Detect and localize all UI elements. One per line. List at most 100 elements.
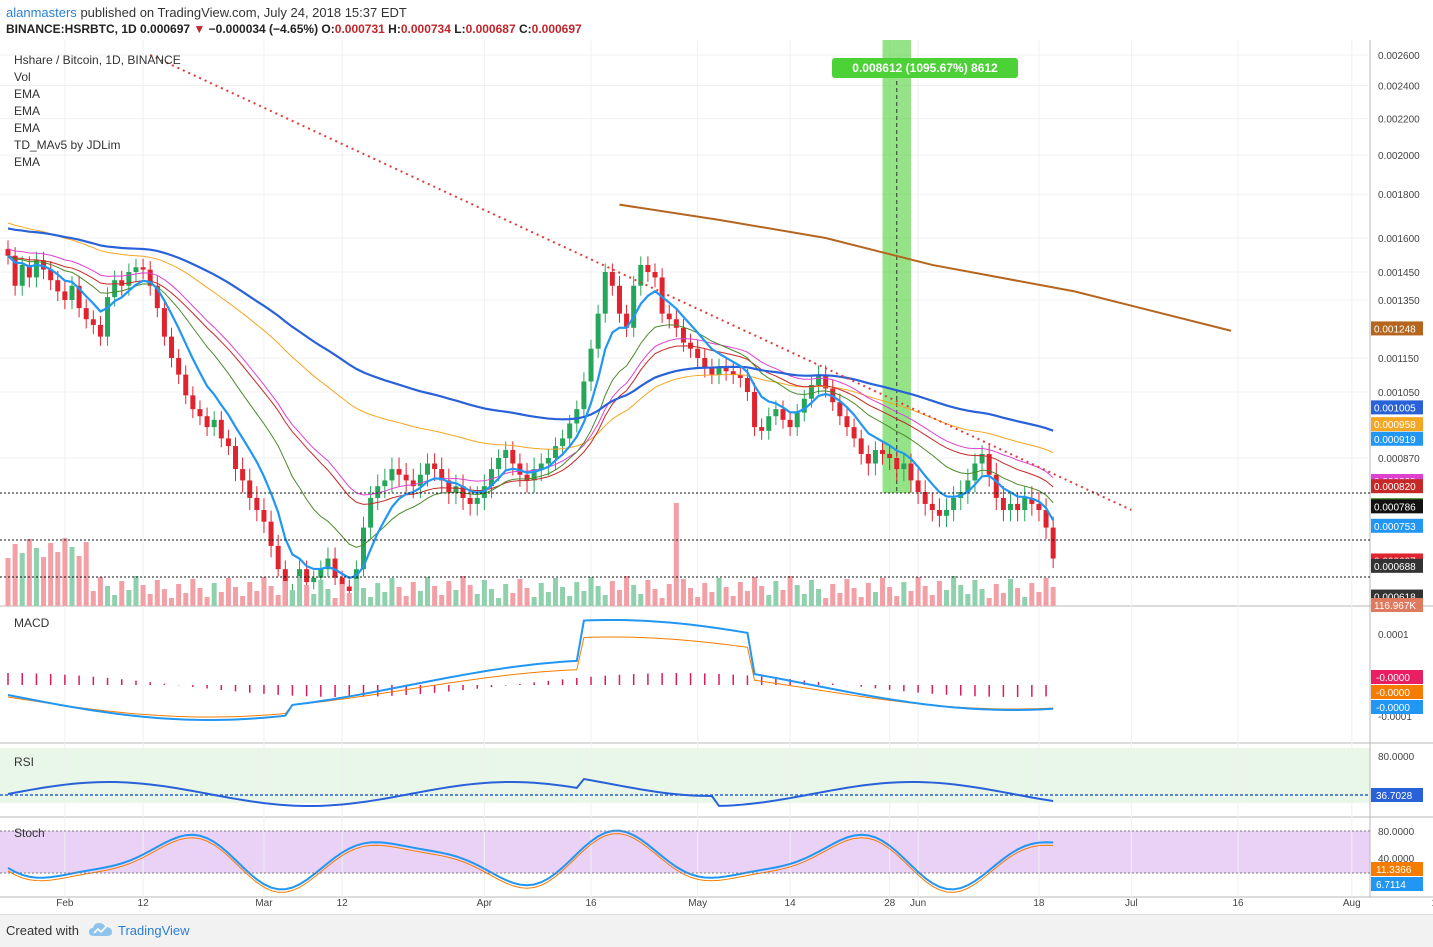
volume-bar <box>936 581 942 606</box>
price-badge-label: 0.001248 <box>1374 324 1416 335</box>
volume-bar <box>801 594 807 606</box>
close-label: C: <box>518 22 532 36</box>
chart-area[interactable]: 0.002600 0.002400 0.002200 0.002000 0.001800… <box>0 40 1433 914</box>
legend-title: Hshare / Bitcoin, 1D, BINANCE <box>14 53 181 67</box>
volume-bar <box>396 587 402 606</box>
close-value: 0.000697 <box>531 22 582 36</box>
open-value: 0.000731 <box>334 22 385 36</box>
volume-bar <box>41 557 47 606</box>
candle-body <box>432 463 438 470</box>
chart-header: alanmasters published on TradingView.com… <box>0 0 1433 40</box>
candle-body <box>723 367 729 372</box>
volume-bar <box>922 586 928 606</box>
volume-bar <box>424 577 430 606</box>
price-tick-label: 0.001350 <box>1378 296 1420 307</box>
volume-bar <box>915 577 921 606</box>
volume-bar <box>48 543 54 606</box>
volume-bar <box>616 590 622 606</box>
candle-body <box>417 474 423 487</box>
volume-bar <box>624 576 630 606</box>
open-label: O: <box>321 22 335 36</box>
price-badge-label: 0.000786 <box>1374 502 1416 513</box>
x-tick-label: 12 <box>138 898 150 909</box>
volume-bar <box>993 584 999 606</box>
volume-bar <box>958 585 964 606</box>
volume-bar <box>503 584 509 606</box>
volume-bar <box>417 591 423 606</box>
volume-bar <box>773 581 779 606</box>
candle-body <box>595 313 601 349</box>
volume-bar <box>673 503 679 606</box>
candle-body <box>872 450 878 464</box>
measure-label: 0.008612 (1095.67%) 8612 <box>852 61 998 75</box>
candle-body <box>496 458 502 470</box>
x-tick-label: Mar <box>255 898 273 909</box>
volume-bar <box>560 587 566 606</box>
x-tick-label: May <box>688 898 707 909</box>
candle-body <box>894 458 900 470</box>
candle-body <box>62 291 68 300</box>
volume-bar <box>1022 597 1028 606</box>
volume-bar <box>730 596 736 606</box>
volume-bar <box>1008 579 1014 606</box>
volume-bar <box>979 589 985 606</box>
volume-bar <box>346 593 352 606</box>
candle-body <box>652 272 658 278</box>
candle-body <box>609 272 615 286</box>
volume-bar <box>666 584 672 606</box>
candle-body <box>552 446 558 458</box>
candle-body <box>304 569 310 583</box>
volume-bar <box>140 585 146 606</box>
candle-body <box>524 474 530 481</box>
candle-body <box>794 412 800 428</box>
candle-body <box>695 348 701 358</box>
candle-body <box>766 416 772 431</box>
volume-bar <box>695 597 701 606</box>
candle-body <box>567 423 573 439</box>
price-badge-label: 116.967K <box>1374 601 1416 612</box>
candle-body <box>33 260 39 278</box>
volume-bar <box>368 597 374 606</box>
volume-bar <box>780 590 786 606</box>
volume-bar <box>986 598 992 606</box>
volume-bar <box>723 587 729 606</box>
chart-canvas[interactable]: 0.002600 0.002400 0.002200 0.002000 0.001800… <box>0 40 1433 914</box>
candle-body <box>140 267 146 270</box>
volume-bar <box>872 592 878 606</box>
volume-bar <box>894 596 900 606</box>
candle-body <box>680 327 686 343</box>
tradingview-brand[interactable]: TradingView <box>118 923 190 938</box>
volume-bar <box>268 586 274 606</box>
candle-body <box>908 463 914 481</box>
candle-body <box>581 381 587 410</box>
volume-bar <box>275 595 281 606</box>
candle-body <box>929 503 935 510</box>
tradingview-cloud-icon[interactable] <box>88 921 114 939</box>
candle-body <box>247 480 253 498</box>
candle-body <box>1022 497 1028 510</box>
x-tick-label: Jun <box>910 898 926 909</box>
volume-bar <box>858 597 864 606</box>
candle-body <box>389 469 395 481</box>
legend-ema-3: EMA <box>14 121 41 135</box>
candle-body <box>702 358 708 368</box>
legend-vol: Vol <box>14 70 31 84</box>
candle-body <box>1050 527 1056 559</box>
stoch-tick: 80.0000 <box>1378 827 1415 838</box>
volume-bar <box>332 598 338 606</box>
volume-bar <box>339 584 345 606</box>
candle-body <box>318 569 324 578</box>
candle-body <box>396 469 402 475</box>
volume-bar <box>211 583 217 606</box>
author-link[interactable]: alanmasters <box>6 5 77 20</box>
symbol-label: BINANCE:HSRBTC, 1D <box>6 22 137 36</box>
volume-bar <box>744 591 750 606</box>
volume-bar <box>766 595 772 606</box>
candle-body <box>880 450 886 454</box>
candle-body <box>55 280 61 292</box>
candle-body <box>730 371 736 375</box>
volume-bar <box>688 588 694 606</box>
volume-bar <box>787 576 793 606</box>
volume-bar <box>524 588 530 606</box>
volume-bar <box>794 585 800 606</box>
